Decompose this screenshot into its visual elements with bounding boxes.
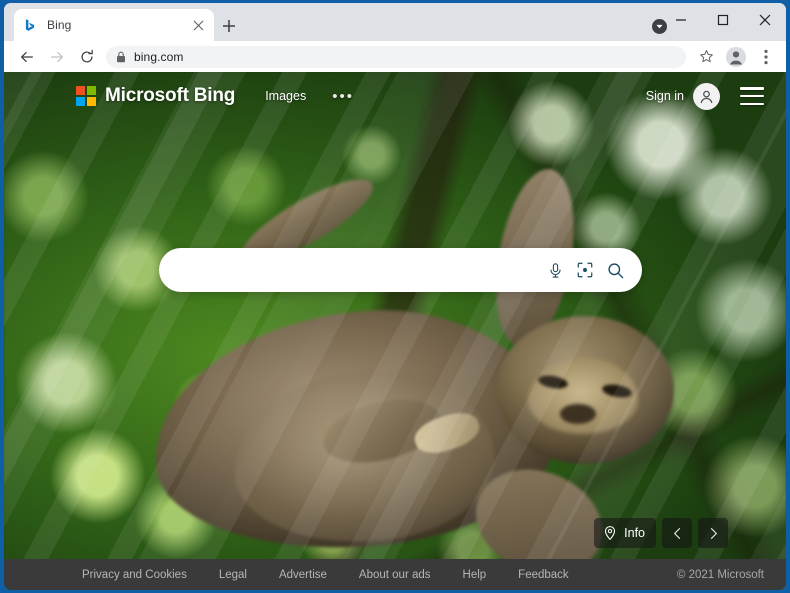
microsoft-squares-logo [76,86,96,106]
footer-link-privacy[interactable]: Privacy and Cookies [82,569,187,581]
footer-link-legal[interactable]: Legal [219,569,247,581]
footer-link-help[interactable]: Help [463,569,487,581]
browser-tab[interactable]: Bing [14,9,214,41]
forward-arrow-icon[interactable] [42,43,72,71]
location-pin-icon [602,525,618,541]
bing-wordmark: Microsoft Bing [105,85,235,107]
header-right-group: Sign in [646,83,786,110]
bing-b-icon [22,17,38,33]
search-input[interactable] [181,247,540,293]
page-footer: Privacy and Cookies Legal Advertise Abou… [4,559,786,590]
tab-strip: Bing [4,3,786,41]
image-info-label: Info [624,526,645,540]
sign-in-link[interactable]: Sign in [646,89,684,103]
nav-item-images[interactable]: Images [265,89,306,103]
search-box[interactable] [159,248,642,292]
microphone-icon[interactable] [540,255,570,285]
url-text: bing.com [134,50,184,64]
star-icon[interactable] [692,43,720,71]
new-tab-button[interactable] [218,15,240,37]
back-arrow-icon[interactable] [12,43,42,71]
browser-window: Bing [0,0,790,593]
browser-toolbar: bing.com [4,41,786,72]
tab-close-icon[interactable] [190,17,206,33]
person-avatar-icon[interactable] [693,83,720,110]
browser-window-inner: Bing [4,3,786,590]
next-image-button[interactable] [698,518,728,548]
three-dot-menu-icon[interactable] [752,43,780,71]
copyright-text: © 2021 Microsoft [677,569,764,581]
lock-icon [116,51,126,63]
image-controls: Info [594,518,728,548]
page-viewport: Microsoft Bing Images ••• Sign in [4,72,786,590]
address-bar[interactable]: bing.com [106,46,686,68]
window-controls [660,3,786,37]
footer-link-feedback[interactable]: Feedback [518,569,569,581]
reload-icon[interactable] [72,43,102,71]
tab-title: Bing [47,18,190,32]
image-info-button[interactable]: Info [594,518,656,548]
minimize-button[interactable] [660,3,702,37]
sloth-nose [560,404,596,424]
search-box-wrapper [159,248,642,292]
nav-more-icon[interactable]: ••• [332,88,354,105]
previous-image-button[interactable] [662,518,692,548]
profile-avatar-icon[interactable] [722,43,750,71]
footer-link-about-ads[interactable]: About our ads [359,569,431,581]
magnifier-icon[interactable] [600,255,630,285]
bing-header: Microsoft Bing Images ••• Sign in [4,72,786,120]
hamburger-menu-icon[interactable] [740,87,764,105]
visual-search-icon[interactable] [570,255,600,285]
maximize-button[interactable] [702,3,744,37]
close-window-button[interactable] [744,3,786,37]
footer-link-advertise[interactable]: Advertise [279,569,327,581]
